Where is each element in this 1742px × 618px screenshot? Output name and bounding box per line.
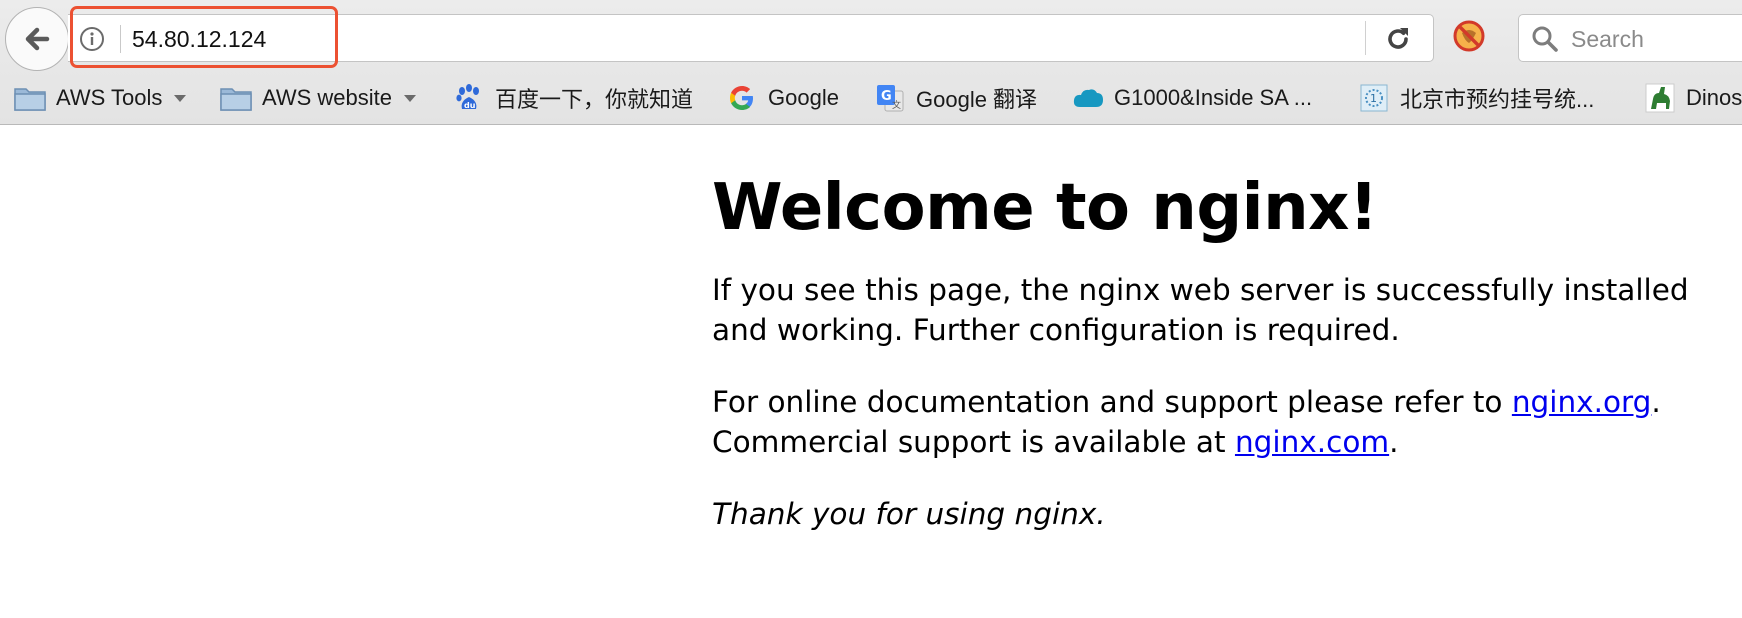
docs-period: . bbox=[1651, 385, 1661, 419]
bookmark-label: Google 翻译 bbox=[916, 87, 1038, 112]
chevron-down-icon bbox=[174, 94, 187, 102]
bookmark-label: AWS website bbox=[262, 85, 393, 110]
bookmark-salesforce[interactable]: G1000&Inside SA ... bbox=[1072, 76, 1312, 120]
back-arrow-icon bbox=[25, 27, 50, 51]
bookmark-label: 北京市预约挂号统... bbox=[1400, 87, 1595, 112]
search-placeholder: Search bbox=[1571, 26, 1644, 52]
chevron-down-icon bbox=[404, 94, 417, 102]
bookmark-google-translate[interactable]: G 文 Google 翻译 bbox=[874, 76, 1037, 120]
reload-button[interactable] bbox=[1381, 23, 1415, 55]
svg-text:1: 1 bbox=[1370, 92, 1377, 105]
svg-text:G: G bbox=[881, 89, 892, 104]
baidu-icon: du bbox=[453, 82, 485, 114]
intro-paragraph: If you see this page, the nginx web serv… bbox=[712, 273, 1689, 347]
address-bar[interactable]: 54.80.12.124 bbox=[68, 14, 1434, 62]
browser-toolbar: 54.80.12.124 Search AWS Tools AWS websit… bbox=[0, 0, 1742, 125]
reload-divider bbox=[1365, 21, 1366, 55]
reload-icon bbox=[1388, 28, 1408, 49]
url-divider bbox=[120, 25, 121, 53]
hospital-icon: 1 bbox=[1358, 82, 1390, 114]
commercial-text: Commercial support is available at bbox=[712, 425, 1235, 459]
nginx-com-link[interactable]: nginx.com bbox=[1235, 425, 1389, 459]
search-bar[interactable]: Search bbox=[1518, 14, 1742, 62]
bookmarks-toolbar: AWS Tools AWS website du 百度一下，你就知道 Googl… bbox=[0, 76, 1742, 120]
page-content: Welcome to nginx! If you see this page, … bbox=[712, 160, 1742, 534]
salesforce-icon bbox=[1072, 82, 1104, 114]
info-icon[interactable] bbox=[78, 25, 106, 53]
docs-text: For online documentation and support ple… bbox=[712, 385, 1512, 419]
docs-paragraph: For online documentation and support ple… bbox=[712, 382, 1742, 462]
google-icon bbox=[726, 82, 758, 114]
bookmark-label: G1000&Inside SA ... bbox=[1114, 85, 1313, 110]
bookmark-folder-aws-website[interactable]: AWS website bbox=[220, 76, 417, 120]
svg-text:文: 文 bbox=[892, 99, 901, 111]
bookmark-label: 百度一下，你就知道 bbox=[495, 87, 694, 112]
google-translate-icon: G 文 bbox=[874, 82, 906, 114]
folder-icon bbox=[14, 82, 46, 114]
commercial-period: . bbox=[1389, 425, 1399, 459]
bookmark-label: Dinos bbox=[1686, 85, 1742, 110]
nginx-org-link[interactable]: nginx.org bbox=[1512, 385, 1652, 419]
back-button[interactable] bbox=[5, 7, 69, 71]
url-text[interactable]: 54.80.12.124 bbox=[132, 25, 266, 53]
bookmark-google[interactable]: Google bbox=[726, 76, 839, 120]
search-icon bbox=[1532, 26, 1558, 52]
bookmark-dinos[interactable]: Dinos bbox=[1644, 76, 1742, 120]
svg-text:du: du bbox=[464, 101, 476, 110]
bookmark-baidu[interactable]: du 百度一下，你就知道 bbox=[453, 76, 693, 120]
bookmark-folder-aws-tools[interactable]: AWS Tools bbox=[14, 76, 187, 120]
folder-icon bbox=[220, 82, 252, 114]
bookmark-label: AWS Tools bbox=[56, 85, 163, 110]
thank-you-text: Thank you for using nginx. bbox=[712, 497, 1106, 531]
dinosaur-icon bbox=[1644, 82, 1676, 114]
bookmark-label: Google bbox=[768, 85, 839, 110]
page-heading: Welcome to nginx! bbox=[712, 171, 1378, 245]
bookmark-beijing-hospital[interactable]: 1 北京市预约挂号统... bbox=[1358, 76, 1594, 120]
blocked-addon-icon[interactable] bbox=[1452, 19, 1486, 53]
